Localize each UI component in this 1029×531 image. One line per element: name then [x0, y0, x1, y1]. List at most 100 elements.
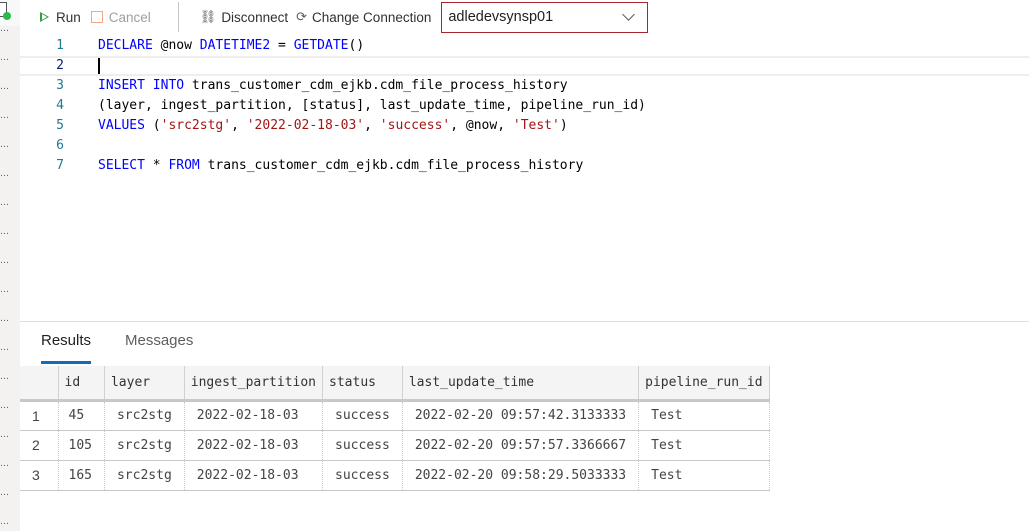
column-header-id[interactable]: id: [58, 366, 105, 402]
cell-status[interactable]: success: [322, 460, 403, 491]
cell-layer[interactable]: src2stg: [104, 430, 185, 461]
results-grid: id layer ingest_partition status last_up…: [20, 366, 770, 491]
more-options-icon[interactable]: …: [0, 141, 14, 150]
column-header-layer[interactable]: layer: [104, 366, 185, 402]
column-header-rownum[interactable]: [20, 366, 59, 402]
sql-keyword: DECLARE: [98, 38, 153, 53]
cell-layer[interactable]: src2stg: [104, 460, 185, 491]
cell-last-update-time[interactable]: 2022-02-20 09:57:42.3133333: [402, 400, 640, 431]
more-options-icon[interactable]: …: [0, 112, 14, 121]
cell-last-update-time[interactable]: 2022-02-20 09:57:57.3366667: [402, 430, 640, 461]
row-number: 1: [20, 400, 59, 431]
more-options-icon[interactable]: …: [0, 402, 14, 411]
code-text[interactable]: VALUES ('src2stg', '2022-02-18-03', 'suc…: [98, 116, 568, 136]
row-number: 2: [20, 430, 59, 461]
cancel-label: Cancel: [108, 9, 151, 25]
sql-text: *: [144, 158, 169, 173]
sql-string: 'src2stg': [160, 118, 232, 133]
more-options-icon[interactable]: …: [0, 489, 14, 498]
connection-dropdown-value: adledevsynsp01: [448, 9, 554, 25]
table-row[interactable]: 2 105 src2stg 2022-02-18-03 success 2022…: [20, 430, 770, 461]
column-header-ingest-partition[interactable]: ingest_partition: [184, 366, 324, 402]
more-options-icon[interactable]: …: [0, 431, 14, 440]
table-row[interactable]: 3 165 src2stg 2022-02-18-03 success 2022…: [20, 460, 770, 491]
code-line[interactable]: 4 (layer, ingest_partition, [status], las…: [20, 96, 1029, 116]
sql-keyword: INTO: [152, 78, 185, 93]
cell-status[interactable]: success: [322, 430, 403, 461]
sql-string: 'Test': [512, 118, 560, 133]
sql-keyword: FROM: [168, 158, 200, 173]
cell-layer[interactable]: src2stg: [104, 400, 185, 431]
more-options-icon[interactable]: …: [0, 257, 14, 266]
row-number: 3: [20, 460, 59, 491]
more-options-icon[interactable]: …: [0, 170, 14, 179]
code-line[interactable]: 2: [20, 56, 1029, 76]
sql-text: @now: [152, 38, 200, 53]
cell-pipeline-run-id[interactable]: Test: [638, 460, 770, 491]
more-options-icon[interactable]: …: [0, 344, 14, 353]
code-line[interactable]: 6: [20, 136, 1029, 156]
sql-string: 'success': [379, 118, 451, 133]
text-cursor: [98, 58, 100, 74]
sql-keyword: SELECT: [98, 158, 145, 173]
run-label: Run: [56, 9, 81, 25]
results-tabs: Results Messages: [20, 322, 1029, 364]
column-header-last-update-time[interactable]: last_update_time: [402, 366, 640, 402]
connection-status-icon[interactable]: [0, 0, 20, 26]
sql-text: , @now,: [450, 118, 513, 133]
disconnect-label: Disconnect: [221, 9, 289, 25]
more-options-icon[interactable]: …: [0, 518, 14, 527]
grid-header-row: id layer ingest_partition status last_up…: [20, 366, 770, 402]
cell-pipeline-run-id[interactable]: Test: [638, 430, 770, 461]
more-options-icon[interactable]: …: [0, 460, 14, 469]
sql-text: trans_customer_cdm_ejkb.cdm_file_process…: [199, 158, 584, 173]
code-line[interactable]: 3 INSERT INTO trans_customer_cdm_ejkb.cdm…: [20, 76, 1029, 96]
code-line[interactable]: 1 DECLARE @now DATETIME2 = GETDATE(): [20, 36, 1029, 56]
cell-last-update-time[interactable]: 2022-02-20 09:58:29.5033333: [402, 460, 640, 491]
more-options-icon[interactable]: …: [0, 199, 14, 208]
column-header-status[interactable]: status: [322, 366, 403, 402]
change-connection-button[interactable]: ⟳ Change Connection: [296, 0, 431, 34]
code-text[interactable]: (layer, ingest_partition, [status], last…: [98, 96, 646, 116]
sql-keyword: GETDATE: [293, 38, 349, 53]
disconnect-button[interactable]: ⛓︎ Disconnect: [200, 0, 288, 34]
column-header-pipeline-run-id[interactable]: pipeline_run_id: [638, 366, 770, 402]
cell-id[interactable]: 45: [58, 400, 105, 431]
tab-messages[interactable]: Messages: [125, 332, 193, 360]
code-text[interactable]: DECLARE @now DATETIME2 = GETDATE(): [98, 36, 364, 56]
more-options-icon[interactable]: …: [0, 54, 14, 63]
cancel-button[interactable]: Cancel: [90, 0, 151, 34]
more-options-icon[interactable]: …: [0, 286, 14, 295]
more-options-icon[interactable]: …: [0, 25, 14, 34]
line-number: 3: [56, 78, 64, 93]
play-icon: [40, 12, 49, 22]
tab-results[interactable]: Results: [41, 332, 92, 364]
sql-text: ): [559, 118, 568, 133]
more-options-icon[interactable]: …: [0, 315, 14, 324]
unplug-icon: ⛓︎: [199, 9, 217, 24]
cell-ingest-partition[interactable]: 2022-02-18-03: [184, 400, 324, 431]
run-button[interactable]: Run: [40, 0, 81, 34]
code-text[interactable]: INSERT INTO trans_customer_cdm_ejkb.cdm_…: [98, 76, 568, 96]
more-options-icon[interactable]: …: [0, 83, 14, 92]
code-line[interactable]: 7 SELECT * FROM trans_customer_cdm_ejkb.c…: [20, 156, 1029, 176]
cell-id[interactable]: 105: [58, 430, 105, 461]
sql-editor[interactable]: 1 DECLARE @now DATETIME2 = GETDATE() 2 3 INS…: [20, 36, 1029, 321]
table-row[interactable]: 1 45 src2stg 2022-02-18-03 success 2022-…: [20, 400, 770, 431]
more-options-icon[interactable]: …: [0, 228, 14, 237]
cell-pipeline-run-id[interactable]: Test: [638, 400, 770, 431]
cell-id[interactable]: 165: [58, 460, 105, 491]
query-toolbar: Run Cancel ⛓︎ Disconnect ⟳ Change Connec…: [20, 0, 1029, 34]
code-line[interactable]: 5 VALUES ('src2stg', '2022-02-18-03', 'su…: [20, 116, 1029, 136]
code-text[interactable]: SELECT * FROM trans_customer_cdm_ejkb.cd…: [98, 156, 583, 176]
cell-status[interactable]: success: [322, 400, 403, 431]
cell-ingest-partition[interactable]: 2022-02-18-03: [184, 430, 324, 461]
stop-icon: [90, 11, 103, 23]
sql-string: '2022-02-18-03': [246, 118, 365, 133]
cell-ingest-partition[interactable]: 2022-02-18-03: [184, 460, 324, 491]
line-number: 5: [56, 118, 64, 133]
connection-dropdown[interactable]: adledevsynsp01: [441, 1, 649, 33]
more-options-icon[interactable]: …: [0, 373, 14, 382]
chevron-down-icon: [622, 8, 636, 21]
